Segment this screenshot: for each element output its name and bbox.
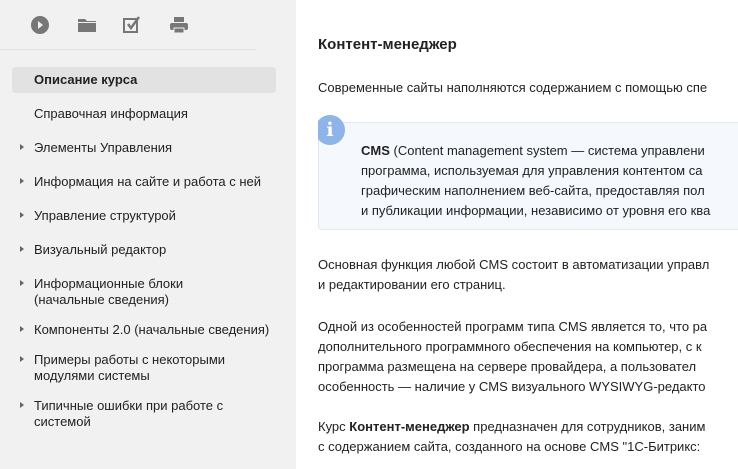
nav-item-structure[interactable]: Управление структурой: [12, 208, 276, 224]
info-line: и публикации информации, независимо от у…: [361, 203, 711, 218]
nav-item-controls[interactable]: Элементы Управления: [12, 140, 276, 156]
info-line: программа, используемая для управления к…: [361, 163, 703, 178]
info-line: графическим наполнением веб-сайта, предо…: [361, 183, 705, 198]
nav-item-site-info[interactable]: Информация на сайте и работа с ней: [12, 174, 276, 190]
paragraph-line: Основная функция любой CMS состоит в авт…: [318, 257, 710, 272]
chevron-right-icon: [20, 178, 24, 184]
nav-label: Описание курса: [34, 72, 138, 87]
paragraph-line: Одной из особенностей программ типа CMS …: [318, 319, 708, 334]
chevron-right-icon: [20, 402, 24, 408]
course-nav: Описание курса Справочная информация Эле…: [12, 67, 276, 430]
chevron-right-icon: [20, 144, 24, 150]
sidebar: Описание курса Справочная информация Эле…: [0, 0, 296, 469]
chevron-right-icon: [20, 356, 24, 362]
toolbar: [0, 0, 256, 50]
printer-icon[interactable]: [169, 15, 189, 35]
nav-label: Компоненты 2.0 (начальные сведения): [34, 322, 270, 337]
chevron-right-icon: [20, 280, 24, 286]
paragraph-line: особенность — наличие у CMS визуального …: [318, 379, 706, 394]
nav-item-visual-editor[interactable]: Визуальный редактор: [12, 242, 276, 258]
nav-item-typical-errors[interactable]: Типичные ошибки при работе с системой: [12, 398, 232, 430]
nav-label: Управление структурой: [34, 208, 176, 223]
info-icon: i: [318, 115, 345, 145]
nav-label: Визуальный редактор: [34, 242, 167, 257]
text: Курс: [318, 419, 350, 434]
play-icon[interactable]: [30, 15, 50, 35]
text: предназначен для сотрудников, заним: [469, 419, 706, 434]
paragraph-line: дополнительного программного обеспечения…: [318, 339, 702, 354]
paragraph-line: и редактировании его страниц.: [318, 277, 506, 292]
paragraph-line: с содержанием сайта, созданного на основ…: [318, 439, 701, 454]
nav-item-components[interactable]: Компоненты 2.0 (начальные сведения): [12, 322, 276, 338]
folder-icon[interactable]: [77, 15, 97, 35]
nav-label: Информационные блоки (начальные сведения…: [34, 276, 184, 307]
nav-label: Информация на сайте и работа с ней: [34, 174, 262, 189]
info-term: CMS: [361, 143, 390, 158]
course-name: Контент-менеджер: [349, 419, 470, 434]
page-title: Контент-менеджер: [318, 36, 457, 53]
nav-item-reference[interactable]: Справочная информация: [12, 106, 276, 122]
info-text: (Content management system — система упр…: [389, 143, 705, 158]
paragraph-line: Курс Контент-менеджер предназначен для с…: [318, 417, 705, 437]
chevron-right-icon: [20, 246, 24, 252]
nav-item-course-description[interactable]: Описание курса: [12, 67, 276, 93]
nav-item-examples[interactable]: Примеры работы с некоторыми модулями сис…: [12, 352, 232, 384]
info-line: CMS (Content management system — система…: [361, 141, 705, 161]
checkbox-icon[interactable]: [122, 15, 142, 35]
intro-text: Современные сайты наполняются содержание…: [318, 80, 708, 95]
paragraph-line: программа размещена на сервере провайдер…: [318, 359, 697, 374]
info-box: i CMS (Content management system — систе…: [318, 115, 738, 230]
nav-label: Типичные ошибки при работе с системой: [34, 398, 224, 429]
chevron-right-icon: [20, 326, 24, 332]
content: Контент-менеджер Современные сайты напол…: [318, 0, 738, 469]
nav-item-infoblocks[interactable]: Информационные блоки (начальные сведения…: [12, 276, 252, 308]
nav-label: Элементы Управления: [34, 140, 173, 155]
chevron-right-icon: [20, 212, 24, 218]
nav-label: Примеры работы с некоторыми модулями сис…: [34, 352, 226, 383]
nav-label: Справочная информация: [34, 106, 188, 121]
